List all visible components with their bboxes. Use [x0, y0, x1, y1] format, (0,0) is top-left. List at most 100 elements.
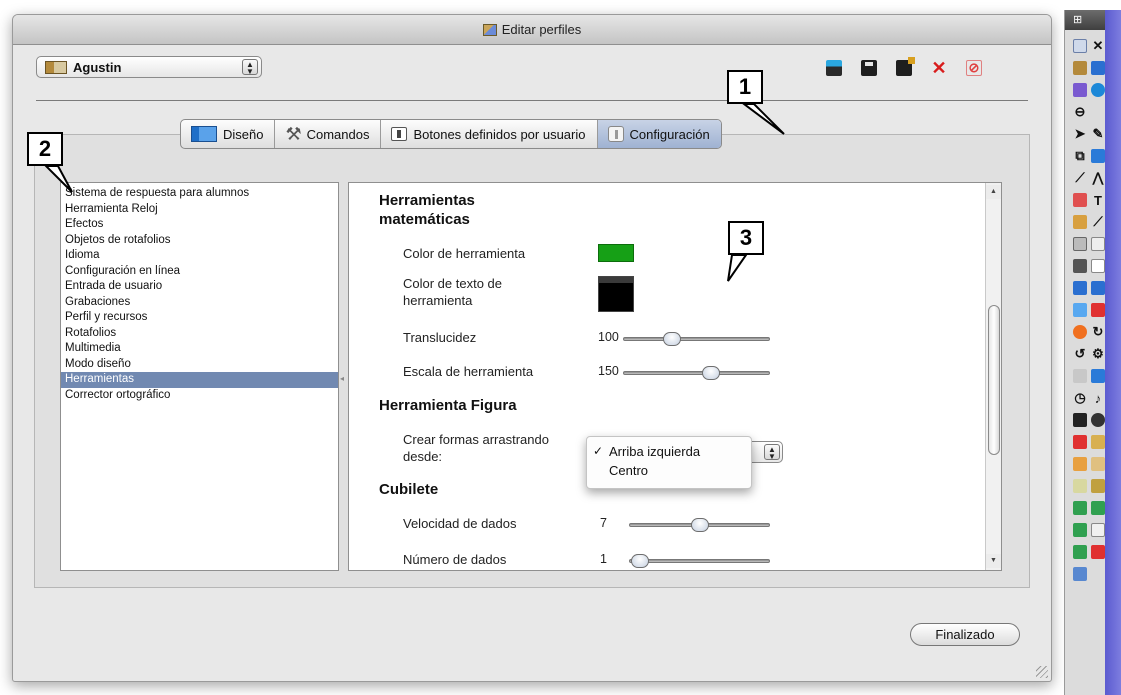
ruler-icon[interactable]: ⟋: [1071, 168, 1089, 188]
tools-menu-icon[interactable]: [1071, 366, 1089, 386]
sidebar-item-multimedia[interactable]: Multimedia: [61, 341, 338, 357]
scroll-thumb[interactable]: [988, 305, 1000, 455]
sidebar-item-tools[interactable]: Herramientas: [61, 372, 338, 388]
dropdown-option-top-left[interactable]: ✓ Arriba izquierda: [587, 442, 751, 461]
keyboard-icon[interactable]: [1089, 234, 1107, 254]
tools-icon: ⚒: [285, 123, 302, 144]
content-scrollbar[interactable]: ▲ ▼: [985, 183, 1001, 570]
magic-ink-icon[interactable]: [1071, 212, 1089, 232]
sidebar-item-profile-resources[interactable]: Perfil y recursos: [61, 310, 338, 326]
highlighter-icon[interactable]: [1089, 146, 1107, 166]
fullscreen-icon[interactable]: ✕: [1089, 36, 1107, 56]
save-icon[interactable]: [861, 60, 877, 76]
camera-icon[interactable]: [1071, 322, 1089, 342]
callout-2: 2: [27, 132, 63, 166]
scale-slider-knob[interactable]: [702, 366, 721, 380]
sidebar-item-student-response[interactable]: Sistema de respuesta para alumnos: [61, 186, 338, 202]
callout-3: 3: [728, 221, 764, 255]
scroll-up-icon[interactable]: ▲: [986, 185, 1001, 199]
sidebar-item-clock-tool[interactable]: Herramienta Reloj: [61, 202, 338, 218]
trash-icon[interactable]: [1071, 564, 1089, 584]
scroll-down-icon[interactable]: ▼: [986, 554, 1001, 568]
profile-select[interactable]: Agustin ▲ ▼: [36, 56, 262, 78]
tab-design[interactable]: Diseño: [181, 120, 276, 148]
flipchart-icon[interactable]: [1089, 58, 1107, 78]
paint-icon[interactable]: [1089, 454, 1107, 474]
reset-icon[interactable]: ⊘: [966, 60, 982, 76]
magnifier-icon[interactable]: [1089, 410, 1107, 430]
lock-icon[interactable]: [1089, 476, 1107, 496]
spotlight-icon[interactable]: ⚙: [1089, 344, 1107, 364]
window-titlebar[interactable]: Editar perfiles: [13, 15, 1051, 45]
connector-icon[interactable]: ⋀: [1089, 168, 1107, 188]
tab-settings[interactable]: Configuración: [597, 120, 721, 148]
dice-count-slider-knob[interactable]: [631, 554, 650, 568]
record-icon[interactable]: [1071, 432, 1089, 452]
scale-slider-track[interactable]: [623, 371, 770, 375]
redo-icon[interactable]: ↺: [1071, 344, 1089, 364]
line-icon[interactable]: ⟋: [1089, 212, 1107, 232]
select-icon[interactable]: ➤: [1071, 124, 1089, 144]
layers-icon[interactable]: [1089, 498, 1107, 518]
reset-page-icon[interactable]: [1089, 300, 1107, 320]
translucency-slider-knob[interactable]: [662, 332, 681, 346]
tree-icon[interactable]: [1071, 498, 1089, 518]
edit-icon[interactable]: [1071, 476, 1089, 496]
resize-grip-icon[interactable]: [1036, 666, 1048, 678]
translucency-label: Translucidez: [403, 330, 477, 345]
forward-icon[interactable]: [1089, 278, 1107, 298]
translucency-slider-track[interactable]: [623, 337, 770, 341]
sidebar-item-flipcharts[interactable]: Rotafolios: [61, 326, 338, 342]
new-profile-icon[interactable]: [826, 60, 842, 76]
library-icon[interactable]: [1089, 542, 1107, 562]
notes-icon[interactable]: [1089, 256, 1107, 276]
calculator-icon[interactable]: [1071, 234, 1089, 254]
browser-icon[interactable]: [1071, 80, 1089, 100]
sound-icon[interactable]: ♪: [1089, 388, 1107, 408]
sidebar-item-recordings[interactable]: Grabaciones: [61, 295, 338, 311]
shape-icon[interactable]: ⧉: [1071, 146, 1089, 166]
text-color-swatch[interactable]: [598, 276, 634, 312]
undo-icon[interactable]: ↻: [1089, 322, 1107, 342]
dice-count-slider-track[interactable]: [629, 559, 770, 563]
chart-icon[interactable]: [1071, 454, 1089, 474]
sidebar-item-user-input[interactable]: Entrada de usuario: [61, 279, 338, 295]
callout-1-arrow: [742, 104, 785, 135]
dice-speed-slider-knob[interactable]: [690, 518, 709, 532]
globe-icon[interactable]: [1089, 80, 1107, 100]
page-icon[interactable]: [1071, 36, 1089, 56]
dice-icon[interactable]: [1071, 410, 1089, 430]
text-icon[interactable]: T: [1089, 190, 1107, 210]
section-title-dice: Cubilete: [379, 481, 439, 498]
profile-select-value: Agustin: [73, 59, 122, 75]
image-icon[interactable]: [1089, 432, 1107, 452]
sidebar-item-spellchecker[interactable]: Corrector ortográfico: [61, 388, 338, 404]
save-as-icon[interactable]: [896, 57, 915, 76]
grid-icon[interactable]: [1071, 256, 1089, 276]
sidebar-item-language[interactable]: Idioma: [61, 248, 338, 264]
eraser-icon[interactable]: [1071, 190, 1089, 210]
sidebar-item-design-mode[interactable]: Modo diseño: [61, 357, 338, 373]
tab-commands[interactable]: ⚒ Comandos: [275, 120, 382, 148]
sidebar-item-flipchart-objects[interactable]: Objetos de rotafolios: [61, 233, 338, 249]
tool-color-swatch[interactable]: [598, 244, 634, 262]
slider-icon[interactable]: ⊖: [1071, 102, 1089, 122]
done-button[interactable]: Finalizado: [910, 623, 1020, 646]
tab-user-buttons[interactable]: Botones definidos por usuario: [381, 120, 598, 148]
align-icon[interactable]: [1071, 542, 1089, 562]
arrange-icon[interactable]: [1089, 520, 1107, 540]
splitter-icon[interactable]: ◂: [340, 374, 344, 383]
pen-icon[interactable]: ✎: [1089, 124, 1107, 144]
reveal-icon[interactable]: [1071, 300, 1089, 320]
dice-count-value: 1: [600, 552, 607, 566]
profile-icon[interactable]: [1071, 58, 1089, 78]
back-icon[interactable]: [1071, 278, 1089, 298]
sidebar-item-online-config[interactable]: Configuración en línea: [61, 264, 338, 280]
dropdown-option-center[interactable]: Centro: [587, 461, 751, 480]
clock-icon[interactable]: ◷: [1071, 388, 1089, 408]
bars-icon[interactable]: [1071, 520, 1089, 540]
settings-category-list: Sistema de respuesta para alumnos Herram…: [60, 182, 339, 571]
delete-icon[interactable]: ✕: [931, 58, 947, 78]
sidebar-item-effects[interactable]: Efectos: [61, 217, 338, 233]
ruler2-icon[interactable]: [1089, 366, 1107, 386]
